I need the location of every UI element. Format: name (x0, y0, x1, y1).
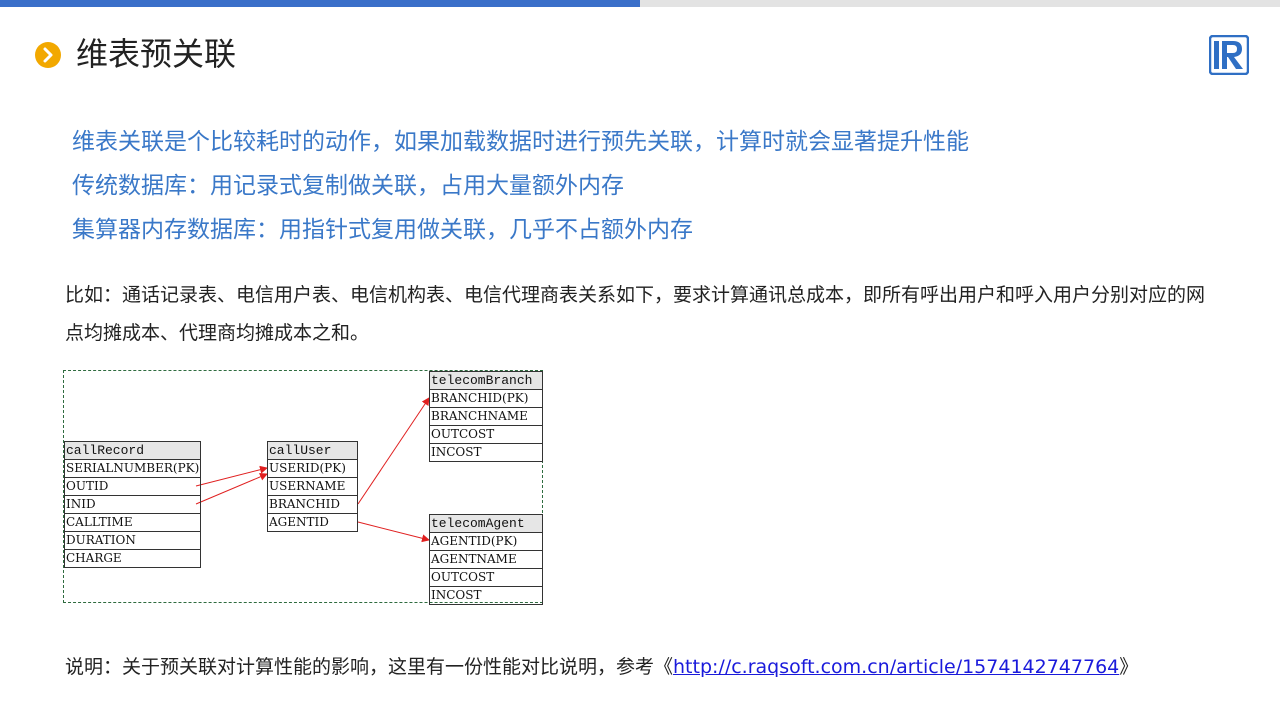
table-field: OUTCOST (429, 425, 543, 444)
r-logo-icon (1208, 34, 1250, 76)
table-field: DURATION (63, 531, 202, 550)
table-callUser: callUser USERID(PK) USERNAME BRANCHID AG… (267, 441, 358, 532)
arrow-agentid (357, 521, 430, 543)
page-title: 维表预关联 (76, 35, 237, 73)
arrow-branchid (357, 397, 430, 505)
example-paragraph: 比如：通话记录表、电信用户表、电信机构表、电信代理商表关系如下，要求计算通讯总成… (65, 284, 1206, 344)
note-line: 说明：关于预关联对计算性能的影响，这里有一份性能对比说明，参考《http://c… (65, 650, 1138, 684)
table-callRecord: callRecord SERIALNUMBER(PK) OUTID INID C… (63, 441, 202, 568)
table-title: telecomBranch (429, 371, 543, 390)
table-title: telecomAgent (429, 514, 543, 533)
article-link[interactable]: http://c.raqsoft.com.cn/article/15741427… (673, 656, 1119, 678)
highlight-item: 传统数据库：用记录式复制做关联，占用大量额外内存 (72, 173, 624, 199)
table-field: CALLTIME (63, 513, 202, 532)
note-suffix: 》 (1119, 656, 1139, 678)
table-field: SERIALNUMBER(PK) (63, 459, 202, 478)
table-field: AGENTID(PK) (429, 532, 543, 551)
table-field: INCOST (429, 586, 543, 605)
highlight-list: 维表关联是个比较耗时的动作，如果加载数据时进行预先关联，计算时就会显著提升性能 … (72, 120, 969, 252)
table-telecomAgent: telecomAgent AGENTID(PK) AGENTNAME OUTCO… (429, 514, 543, 605)
table-field: USERID(PK) (267, 459, 358, 478)
table-field: INID (63, 495, 202, 514)
table-field: INCOST (429, 443, 543, 462)
table-field: BRANCHID (267, 495, 358, 514)
top-accent-bar (0, 0, 640, 7)
table-field: AGENTID (267, 513, 358, 532)
top-gray-bar (640, 0, 1280, 7)
table-field: AGENTNAME (429, 550, 543, 569)
arrow-outid-userid (195, 465, 268, 487)
er-diagram: callRecord SERIALNUMBER(PK) OUTID INID C… (63, 370, 543, 605)
table-field: OUTID (63, 477, 202, 496)
table-field: BRANCHID(PK) (429, 389, 543, 408)
table-title: callRecord (63, 441, 202, 460)
chevron-right-icon (35, 42, 61, 68)
note-prefix: 说明：关于预关联对计算性能的影响，这里有一份性能对比说明，参考《 (65, 656, 674, 678)
highlight-item: 维表关联是个比较耗时的动作，如果加载数据时进行预先关联，计算时就会显著提升性能 (72, 129, 969, 155)
table-field: OUTCOST (429, 568, 543, 587)
highlight-item: 集算器内存数据库：用指针式复用做关联，几乎不占额外内存 (72, 217, 693, 243)
table-field: CHARGE (63, 549, 202, 568)
arrow-inid-userid (195, 473, 268, 505)
table-field: USERNAME (267, 477, 358, 496)
table-title: callUser (267, 441, 358, 460)
table-field: BRANCHNAME (429, 407, 543, 426)
table-telecomBranch: telecomBranch BRANCHID(PK) BRANCHNAME OU… (429, 371, 543, 462)
